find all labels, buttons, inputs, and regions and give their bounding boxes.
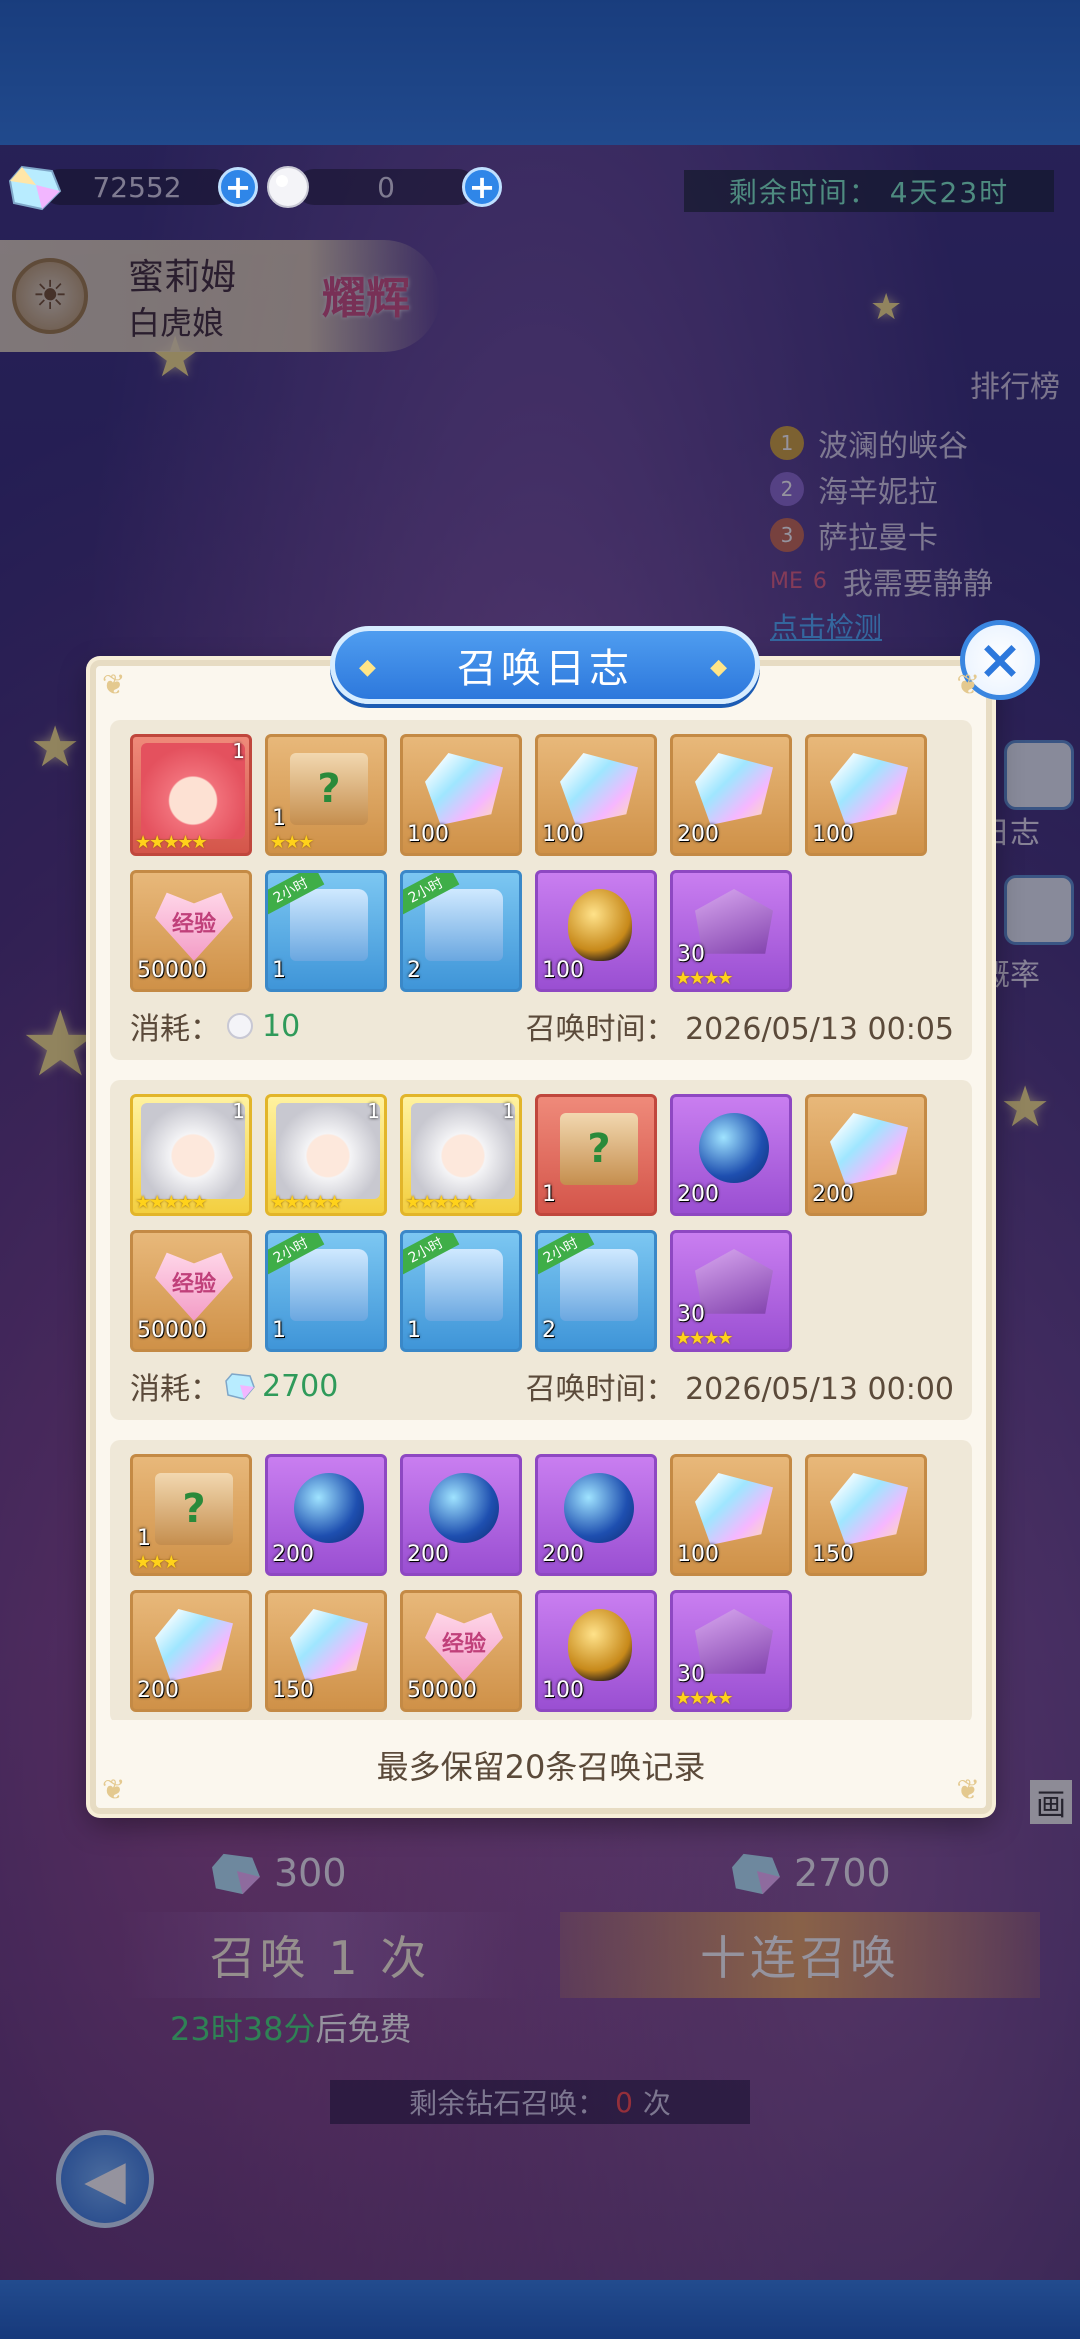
reward-item[interactable]: 2小时 1	[265, 1230, 387, 1352]
reward-item[interactable]: 100	[670, 1454, 792, 1576]
rarity-stars: ★★★★	[675, 968, 734, 989]
exp-heart-icon: 经验	[155, 1252, 233, 1321]
reward-item[interactable]: 2小时 1	[265, 870, 387, 992]
reward-item[interactable]: 200	[670, 1094, 792, 1216]
crystal-icon	[425, 753, 503, 825]
crystal-icon	[830, 753, 908, 825]
crystal-icon	[560, 753, 638, 825]
reward-item[interactable]: 200	[535, 1454, 657, 1576]
star-orb-icon	[699, 1113, 769, 1183]
rarity-stars: ★★★★	[675, 1328, 734, 1349]
records-list[interactable]: 1 ★★★★★ ? 1 ★★★ 100 100 200 100 经验 50000…	[110, 720, 972, 1720]
reward-item[interactable]: 100	[400, 734, 522, 856]
crystal-icon	[155, 1609, 233, 1681]
reward-item[interactable]: ? 1	[535, 1094, 657, 1216]
rarity-stars: ★★★★★	[135, 1192, 208, 1213]
reward-item[interactable]: 1 ★★★★★	[265, 1094, 387, 1216]
reward-item[interactable]: 200	[670, 734, 792, 856]
rarity-stars: ★★★★★	[405, 1192, 478, 1213]
reward-item[interactable]: 经验 50000	[130, 870, 252, 992]
summon-time: 召唤时间： 2026/05/13 00:05	[525, 1012, 954, 1047]
pearl-icon	[267, 166, 309, 208]
pearl-icon	[227, 1013, 253, 1039]
gem-icon	[225, 1373, 255, 1400]
rarity-stars: ★★★	[135, 1552, 179, 1573]
golden-egg-icon	[568, 889, 632, 961]
record-cost: 消耗： 2700	[130, 1368, 339, 1408]
record-footer: 消耗： 2700 召唤时间： 2026/05/13 00:00	[130, 1364, 962, 1408]
crystal-icon	[695, 1473, 773, 1545]
star-orb-icon	[294, 1473, 364, 1543]
reward-item[interactable]: 100	[805, 734, 927, 856]
reward-item[interactable]: ? 1 ★★★	[130, 1454, 252, 1576]
reward-item[interactable]: 1 ★★★★★	[130, 1094, 252, 1216]
corner-ornament-icon: ❦	[102, 668, 126, 701]
record-cost: 消耗： 10	[130, 1008, 301, 1048]
reward-item[interactable]: 经验 50000	[400, 1590, 522, 1712]
reward-item[interactable]: 100	[535, 1590, 657, 1712]
reward-item[interactable]: 100	[535, 734, 657, 856]
soul-shard-icon	[695, 889, 773, 954]
rarity-stars: ★★★★★	[270, 1192, 343, 1213]
reward-item[interactable]: 150	[805, 1454, 927, 1576]
summon-time: 召唤时间： 2026/05/13 00:00	[525, 1372, 954, 1407]
hero-portrait	[141, 1103, 245, 1199]
reward-item[interactable]: 200	[805, 1094, 927, 1216]
rarity-stars: ★★★★★	[135, 832, 208, 853]
rarity-stars: ★★★★	[675, 1688, 734, 1709]
treasure-chest-icon	[290, 889, 368, 961]
summon-record: 1 ★★★★★ 1 ★★★★★ 1 ★★★★★ ? 1 200 200 经验 5…	[110, 1080, 972, 1420]
summon-record: 1 ★★★★★ ? 1 ★★★ 100 100 200 100 经验 50000…	[110, 720, 972, 1060]
reward-item[interactable]: 2小时 2	[535, 1230, 657, 1352]
reward-item[interactable]: 200	[400, 1454, 522, 1576]
star-orb-icon	[429, 1473, 499, 1543]
exp-heart-icon: 经验	[425, 1612, 503, 1681]
record-limit-note: 最多保留20条召唤记录	[376, 1748, 706, 1786]
reward-item[interactable]: 150	[265, 1590, 387, 1712]
crystal-icon	[290, 1609, 368, 1681]
reward-item[interactable]: 1 ★★★★★	[400, 1094, 522, 1216]
reward-item[interactable]: 1 ★★★★★	[130, 734, 252, 856]
mystery-box-icon: ?	[290, 753, 368, 825]
exp-heart-icon: 经验	[155, 892, 233, 961]
reward-item[interactable]: 200	[265, 1454, 387, 1576]
summon-log-dialog: 召唤日志 × ❦ ❦ ❦ ❦ 1 ★★★★★ ? 1 ★★★ 100	[90, 620, 1040, 1814]
record-footer: 消耗： 10 召唤时间： 2026/05/13 00:05	[130, 1004, 962, 1048]
add-pearls-button[interactable]: +	[462, 167, 502, 207]
summon-record: ? 1 ★★★ 200 200 200 100 150 200 150 经验 5…	[110, 1440, 972, 1720]
treasure-chest-icon	[290, 1249, 368, 1321]
dialog-title: 召唤日志	[330, 626, 760, 704]
gold-chest-icon	[560, 1249, 638, 1321]
reward-item[interactable]: ? 1 ★★★	[265, 734, 387, 856]
golden-egg-icon	[568, 1609, 632, 1681]
hero-portrait	[411, 1103, 515, 1199]
gold-chest-icon	[425, 889, 503, 961]
hero-portrait	[141, 743, 245, 839]
reward-item[interactable]: 30 ★★★★	[670, 1590, 792, 1712]
rarity-stars: ★★★	[270, 832, 314, 853]
crystal-icon	[830, 1113, 908, 1185]
treasure-chest-icon	[425, 1249, 503, 1321]
crystal-icon	[830, 1473, 908, 1545]
mystery-box-icon: ?	[155, 1473, 233, 1545]
reward-item[interactable]: 30 ★★★★	[670, 870, 792, 992]
reward-item[interactable]: 200	[130, 1590, 252, 1712]
reward-item[interactable]: 30 ★★★★	[670, 1230, 792, 1352]
crystal-icon	[695, 753, 773, 825]
gem-icon	[8, 165, 62, 211]
corner-ornament-icon: ❦	[956, 668, 980, 701]
add-gems-button[interactable]: +	[218, 167, 258, 207]
reward-item[interactable]: 2小时 1	[400, 1230, 522, 1352]
reward-item[interactable]: 100	[535, 870, 657, 992]
soul-shard-icon	[695, 1609, 773, 1674]
reward-item[interactable]: 2小时 2	[400, 870, 522, 992]
star-orb-icon	[564, 1473, 634, 1543]
hero-portrait	[276, 1103, 380, 1199]
mystery-box-icon: ?	[560, 1113, 638, 1185]
soul-shard-icon	[695, 1249, 773, 1314]
reward-item[interactable]: 经验 50000	[130, 1230, 252, 1352]
